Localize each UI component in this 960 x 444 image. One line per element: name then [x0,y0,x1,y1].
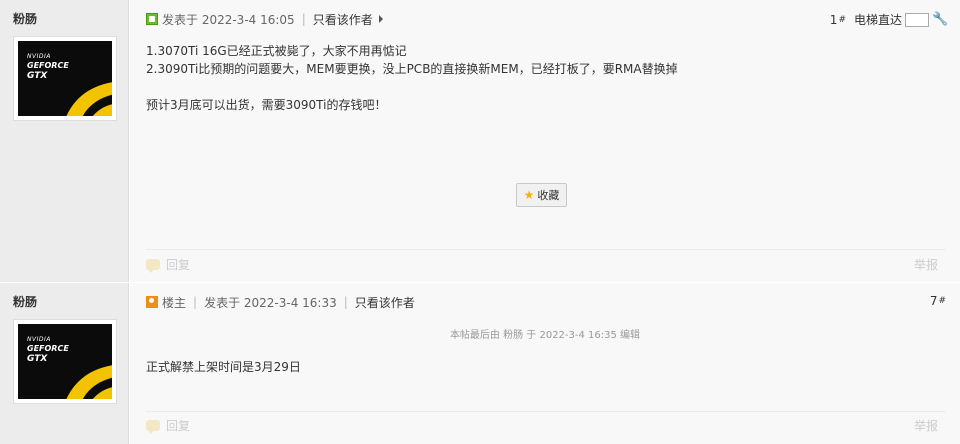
jump-label: 电梯直达 [853,13,902,27]
user-green-icon [146,13,158,25]
post-body: 正式解禁上架时间是3月29日 [146,358,946,376]
footer-divider [146,411,946,412]
post-date: 发表于 2022-3-4 16:33 [204,295,337,310]
avatar[interactable]: NVIDIA GEFORCE GTX [13,319,117,404]
post-line: 2.3090Ti比预期的问题要大，MEM要更换，没上PCB的直接换新MEM，已经… [146,62,678,76]
separator: | [343,295,348,309]
post-content-area: 楼主 | 发表于 2022-3-4 16:33 | 只看该作者 7 # 本帖最后由… [130,283,960,444]
star-icon: ★ [523,188,535,202]
only-author-link[interactable]: 只看该作者 [355,294,415,311]
post-line: 正式解禁上架时间是3月29日 [146,360,301,374]
floor-number[interactable]: 7 [930,294,938,308]
post-content-area: 发表于 2022-3-4 16:05 | 只看该作者 1 # 电梯直达 🔧 1.3… [130,0,960,282]
avatar-line2: GTX [27,354,48,364]
favorite-label: 收藏 [537,189,560,202]
footer-divider [146,249,946,250]
post-header: 楼主 | 发表于 2022-3-4 16:33 | 只看该作者 7 # [146,294,946,310]
floor-suffix: # [838,14,846,25]
user-orange-icon [146,296,158,308]
role-label: 楼主 [162,295,187,310]
avatar-brand: NVIDIA [27,53,51,60]
avatar-brand: NVIDIA [27,336,51,343]
post-footer: 回复 举报 [146,417,938,434]
floor-suffix: # [938,296,946,306]
report-button[interactable]: 举报 [914,417,938,434]
reply-button[interactable]: 回复 [166,417,190,434]
only-author-link[interactable]: 只看该作者 [313,11,373,28]
jump-input[interactable] [905,12,929,27]
avatar-line2: GTX [27,71,48,81]
reply-button[interactable]: 回复 [166,256,190,273]
post-sidebar: 粉肠 NVIDIA GEFORCE GTX [0,283,129,444]
post-body: 1.3070Ti 16G已经正式被毙了，大家不用再惦记 2.3090Ti比预期的… [146,42,946,114]
post-sidebar: 粉肠 NVIDIA GEFORCE GTX [0,0,129,282]
avatar[interactable]: NVIDIA GEFORCE GTX [13,36,117,121]
avatar-line1: GEFORCE [27,61,69,70]
wrench-icon[interactable]: 🔧 [932,12,948,27]
avatar-image: NVIDIA GEFORCE GTX [18,324,112,399]
triangle-right-icon [378,15,383,23]
author-name[interactable]: 粉肠 [13,293,37,310]
post-1: 粉肠 NVIDIA GEFORCE GTX 发表于 2022-3-4 16:05… [0,0,960,282]
floor-info: 1 # 电梯直达 🔧 [830,11,948,28]
reply-icon [146,258,160,273]
post-line: 1.3070Ti 16G已经正式被毙了，大家不用再惦记 [146,44,407,58]
post-line-empty [146,78,946,96]
avatar-image: NVIDIA GEFORCE GTX [18,41,112,116]
post-header: 发表于 2022-3-4 16:05 | 只看该作者 1 # 电梯直达 🔧 [146,11,948,28]
post-2: 粉肠 NVIDIA GEFORCE GTX 楼主 | 发表于 2022-3-4 … [0,283,960,444]
post-footer: 回复 举报 [146,256,938,273]
reply-icon [146,419,160,434]
separator: | [301,12,306,26]
nvidia-swoosh-icon [66,365,112,399]
avatar-line1: GEFORCE [27,344,69,353]
edit-note: 本帖最后由 粉肠 于 2022-3-4 16:35 编辑 [449,330,641,341]
separator: | [193,295,198,309]
post-line: 预计3月底可以出货，需要3090Ti的存钱吧！ [146,98,387,112]
favorite-button[interactable]: ★ 收藏 [516,183,567,207]
report-button[interactable]: 举报 [914,256,938,273]
author-name[interactable]: 粉肠 [13,10,37,27]
post-date: 发表于 2022-3-4 16:05 [162,12,295,27]
nvidia-swoosh-icon [66,82,112,116]
floor-info: 7 # [930,294,946,308]
floor-number[interactable]: 1 [830,13,838,27]
